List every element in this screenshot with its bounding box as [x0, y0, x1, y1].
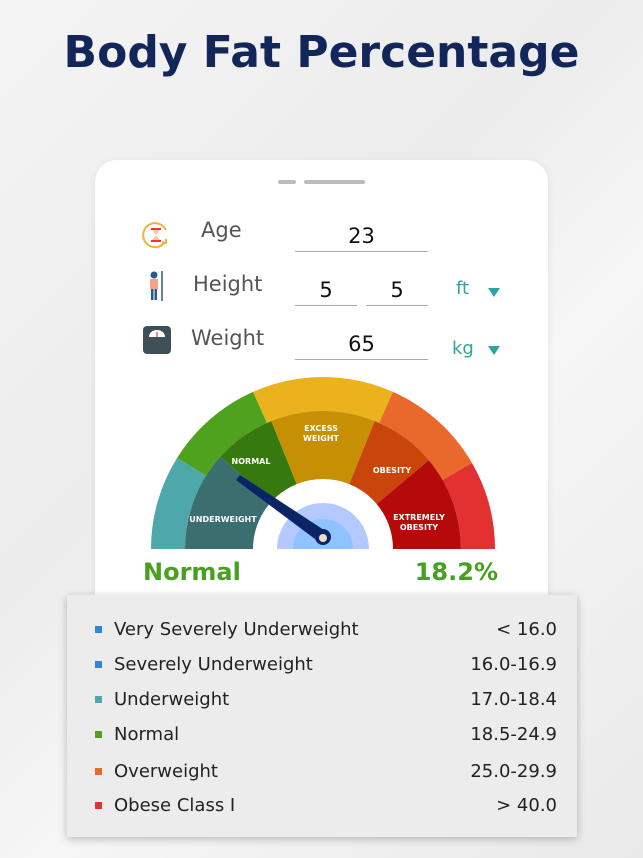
weight-unit-select[interactable]: kg — [452, 338, 474, 359]
person-height-icon — [150, 271, 163, 301]
category-name: Underweight — [114, 689, 230, 710]
category-range: < 16.0 — [496, 619, 557, 640]
gauge-label-extreme-obesity: OBESITY — [400, 523, 439, 532]
height-row: Height 5 5 ft — [95, 268, 548, 308]
height-label: Height — [193, 272, 263, 296]
category-name: Overweight — [114, 761, 218, 782]
category-row: Very Severely Underweight < 16.0 — [67, 617, 577, 647]
drag-handle-bar[interactable] — [304, 180, 365, 184]
drag-handle[interactable] — [278, 180, 296, 184]
category-name: Normal — [114, 724, 180, 745]
weight-label: Weight — [191, 326, 265, 350]
gauge-label-obesity: OBESITY — [373, 466, 412, 475]
age-row: Age 23 — [95, 214, 548, 254]
result-category: Normal — [143, 558, 241, 586]
calculator-card: Age 23 Height 5 5 ft Weight 65 kg UNDERW… — [95, 160, 548, 620]
scale-icon — [143, 326, 171, 354]
category-row: Underweight 17.0-18.4 — [67, 687, 577, 717]
gauge-label-weight: WEIGHT — [303, 434, 340, 443]
weight-row: Weight 65 kg — [95, 322, 548, 362]
category-name: Obese Class I — [114, 795, 236, 816]
chevron-down-icon[interactable] — [488, 346, 500, 355]
hourglass-icon — [142, 222, 167, 249]
weight-input[interactable]: 65 — [295, 328, 428, 360]
height-unit-select[interactable]: ft — [456, 278, 469, 299]
category-color-dot — [95, 768, 102, 775]
category-name: Very Severely Underweight — [114, 619, 359, 640]
chevron-down-icon[interactable] — [488, 288, 500, 297]
gauge-label-extremely: EXTREMELY — [393, 513, 445, 522]
age-input[interactable]: 23 — [295, 220, 428, 252]
page-title: Body Fat Percentage — [63, 27, 580, 78]
bmi-gauge: UNDERWEIGHT NORMAL EXCESS WEIGHT OBESITY… — [95, 377, 548, 555]
category-color-dot — [95, 696, 102, 703]
age-label: Age — [201, 218, 242, 242]
category-name: Severely Underweight — [114, 654, 313, 675]
category-range: 16.0-16.9 — [470, 654, 557, 675]
category-row: Normal 18.5-24.9 — [67, 722, 577, 752]
category-range: 18.5-24.9 — [470, 724, 557, 745]
result-value: 18.2% — [414, 558, 498, 586]
category-row: Severely Underweight 16.0-16.9 — [67, 652, 577, 682]
gauge-label-underweight: UNDERWEIGHT — [189, 515, 257, 524]
height-inches-input[interactable]: 5 — [366, 274, 428, 306]
category-row: Overweight 25.0-29.9 — [67, 759, 577, 789]
category-range: 17.0-18.4 — [470, 689, 557, 710]
gauge-label-normal: NORMAL — [232, 457, 271, 466]
category-row: Obese Class I > 40.0 — [67, 793, 577, 823]
category-color-dot — [95, 661, 102, 668]
bmi-categories-panel: Very Severely Underweight < 16.0 Severely … — [67, 595, 577, 837]
category-color-dot — [95, 802, 102, 809]
gauge-label-excess: EXCESS — [304, 424, 338, 433]
height-feet-input[interactable]: 5 — [295, 274, 357, 306]
category-range: > 40.0 — [496, 795, 557, 816]
category-color-dot — [95, 626, 102, 633]
category-color-dot — [95, 731, 102, 738]
category-range: 25.0-29.9 — [470, 761, 557, 782]
